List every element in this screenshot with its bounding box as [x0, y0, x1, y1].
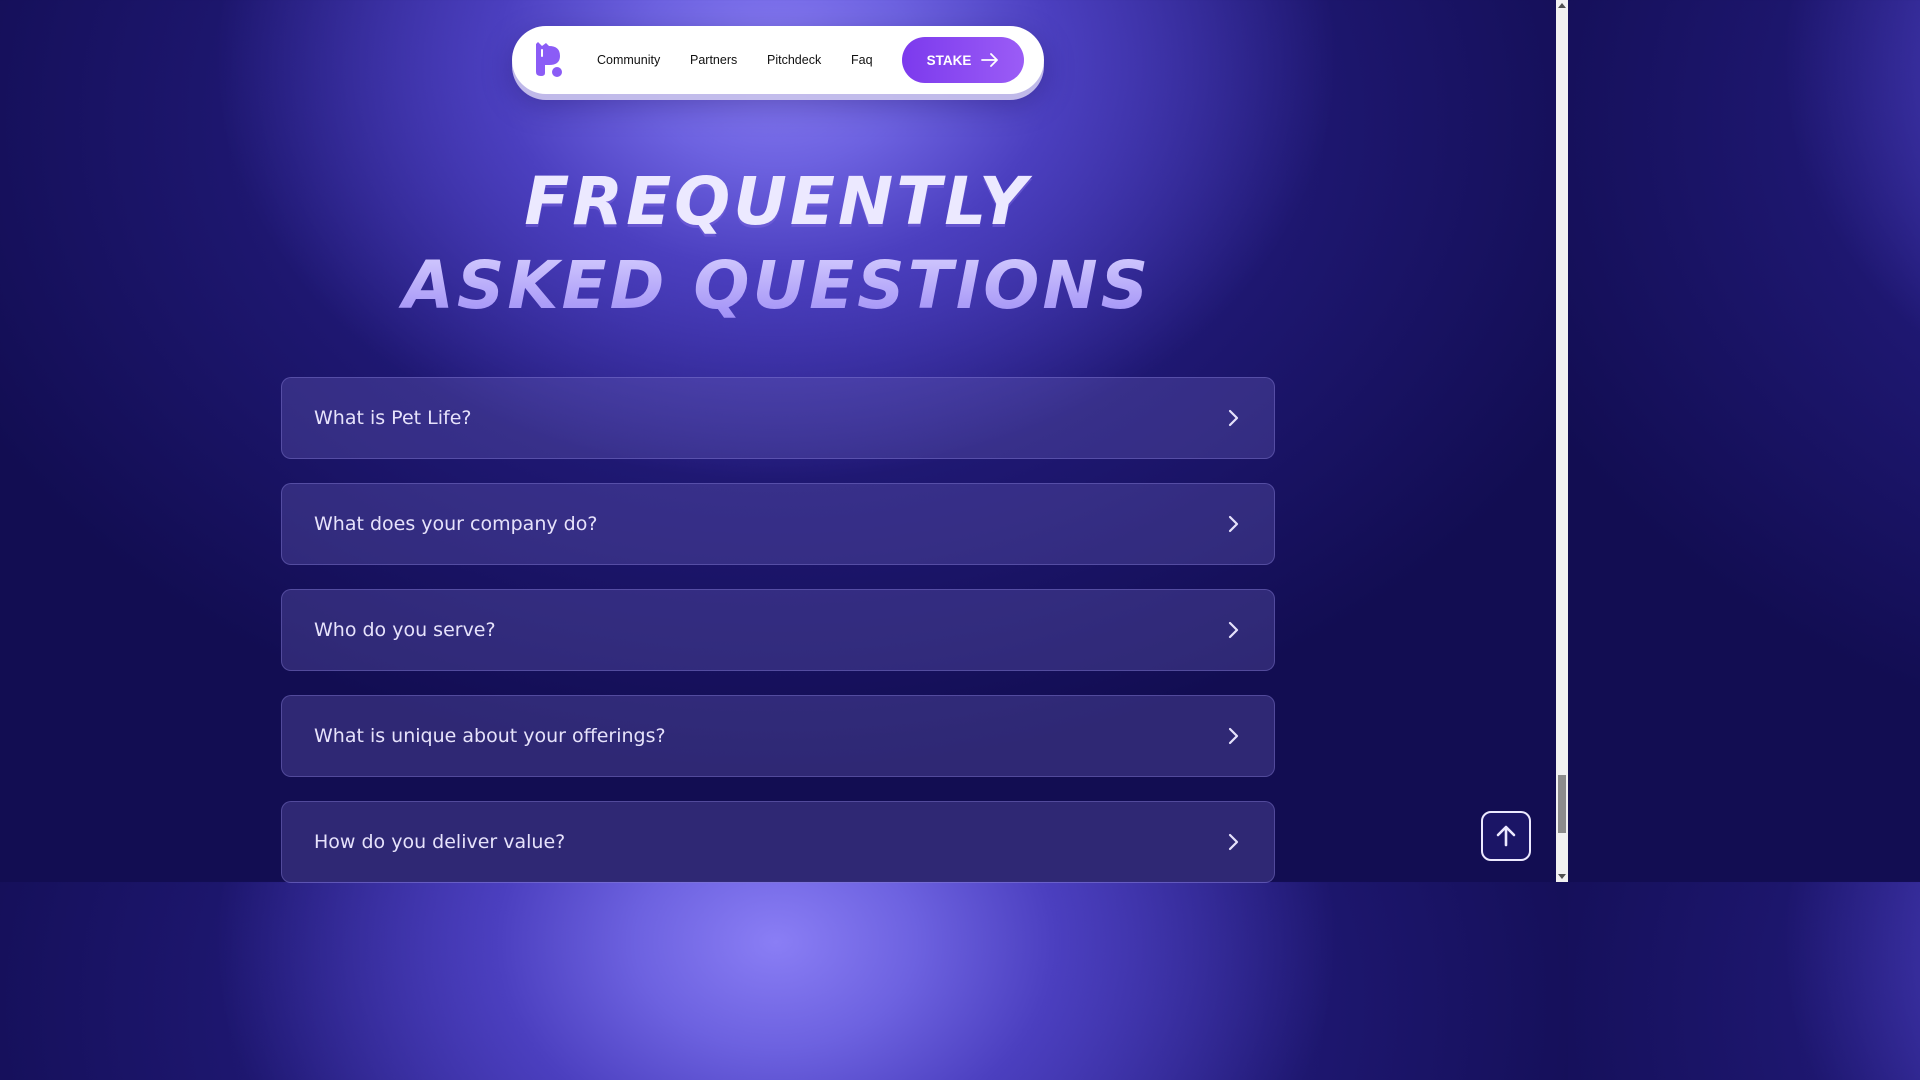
faq-question: What is unique about your offerings? — [314, 725, 666, 747]
nav-link-partners[interactable]: Partners — [690, 26, 737, 94]
faq-question: What is Pet Life? — [314, 407, 472, 429]
nav-link-community[interactable]: Community — [597, 26, 660, 94]
stake-button-label: STAKE — [926, 52, 972, 68]
back-to-top-button[interactable] — [1481, 811, 1531, 861]
faq-item[interactable]: Who do you serve? — [281, 589, 1275, 671]
chevron-right-icon — [1228, 727, 1239, 745]
faq-question: What does your company do? — [314, 513, 598, 535]
faq-heading: Frequently Asked Questions — [300, 160, 1254, 328]
faq-item[interactable]: What is Pet Life? — [281, 377, 1275, 459]
faq-item[interactable]: What does your company do? — [281, 483, 1275, 565]
nav-link-pitchdeck[interactable]: Pitchdeck — [767, 26, 821, 94]
arrow-up-icon — [1496, 825, 1516, 847]
faq-item[interactable]: What is unique about your offerings? — [281, 695, 1275, 777]
pet-life-logo-icon[interactable] — [532, 40, 566, 78]
chevron-right-icon — [1228, 409, 1239, 427]
faq-item[interactable]: How do you deliver value? — [281, 801, 1275, 883]
scrollbar-thumb[interactable] — [1558, 775, 1566, 833]
nav-link-faq[interactable]: Faq — [851, 26, 873, 94]
scroll-up-icon[interactable] — [1558, 3, 1566, 8]
chevron-right-icon — [1228, 833, 1239, 851]
chevron-right-icon — [1228, 621, 1239, 639]
chevron-right-icon — [1228, 515, 1239, 533]
page-scrollbar[interactable] — [1556, 0, 1568, 882]
scroll-down-icon[interactable] — [1558, 874, 1566, 879]
faq-heading-line1: Frequently — [524, 163, 1030, 240]
faq-heading-line2: Asked Questions — [300, 244, 1254, 328]
faq-question: Who do you serve? — [314, 619, 496, 641]
faq-question: How do you deliver value? — [314, 831, 566, 853]
top-navbar: Community Partners Pitchdeck Faq STAKE — [512, 26, 1044, 94]
stake-button[interactable]: STAKE — [902, 37, 1024, 83]
arrow-right-icon — [981, 53, 999, 67]
